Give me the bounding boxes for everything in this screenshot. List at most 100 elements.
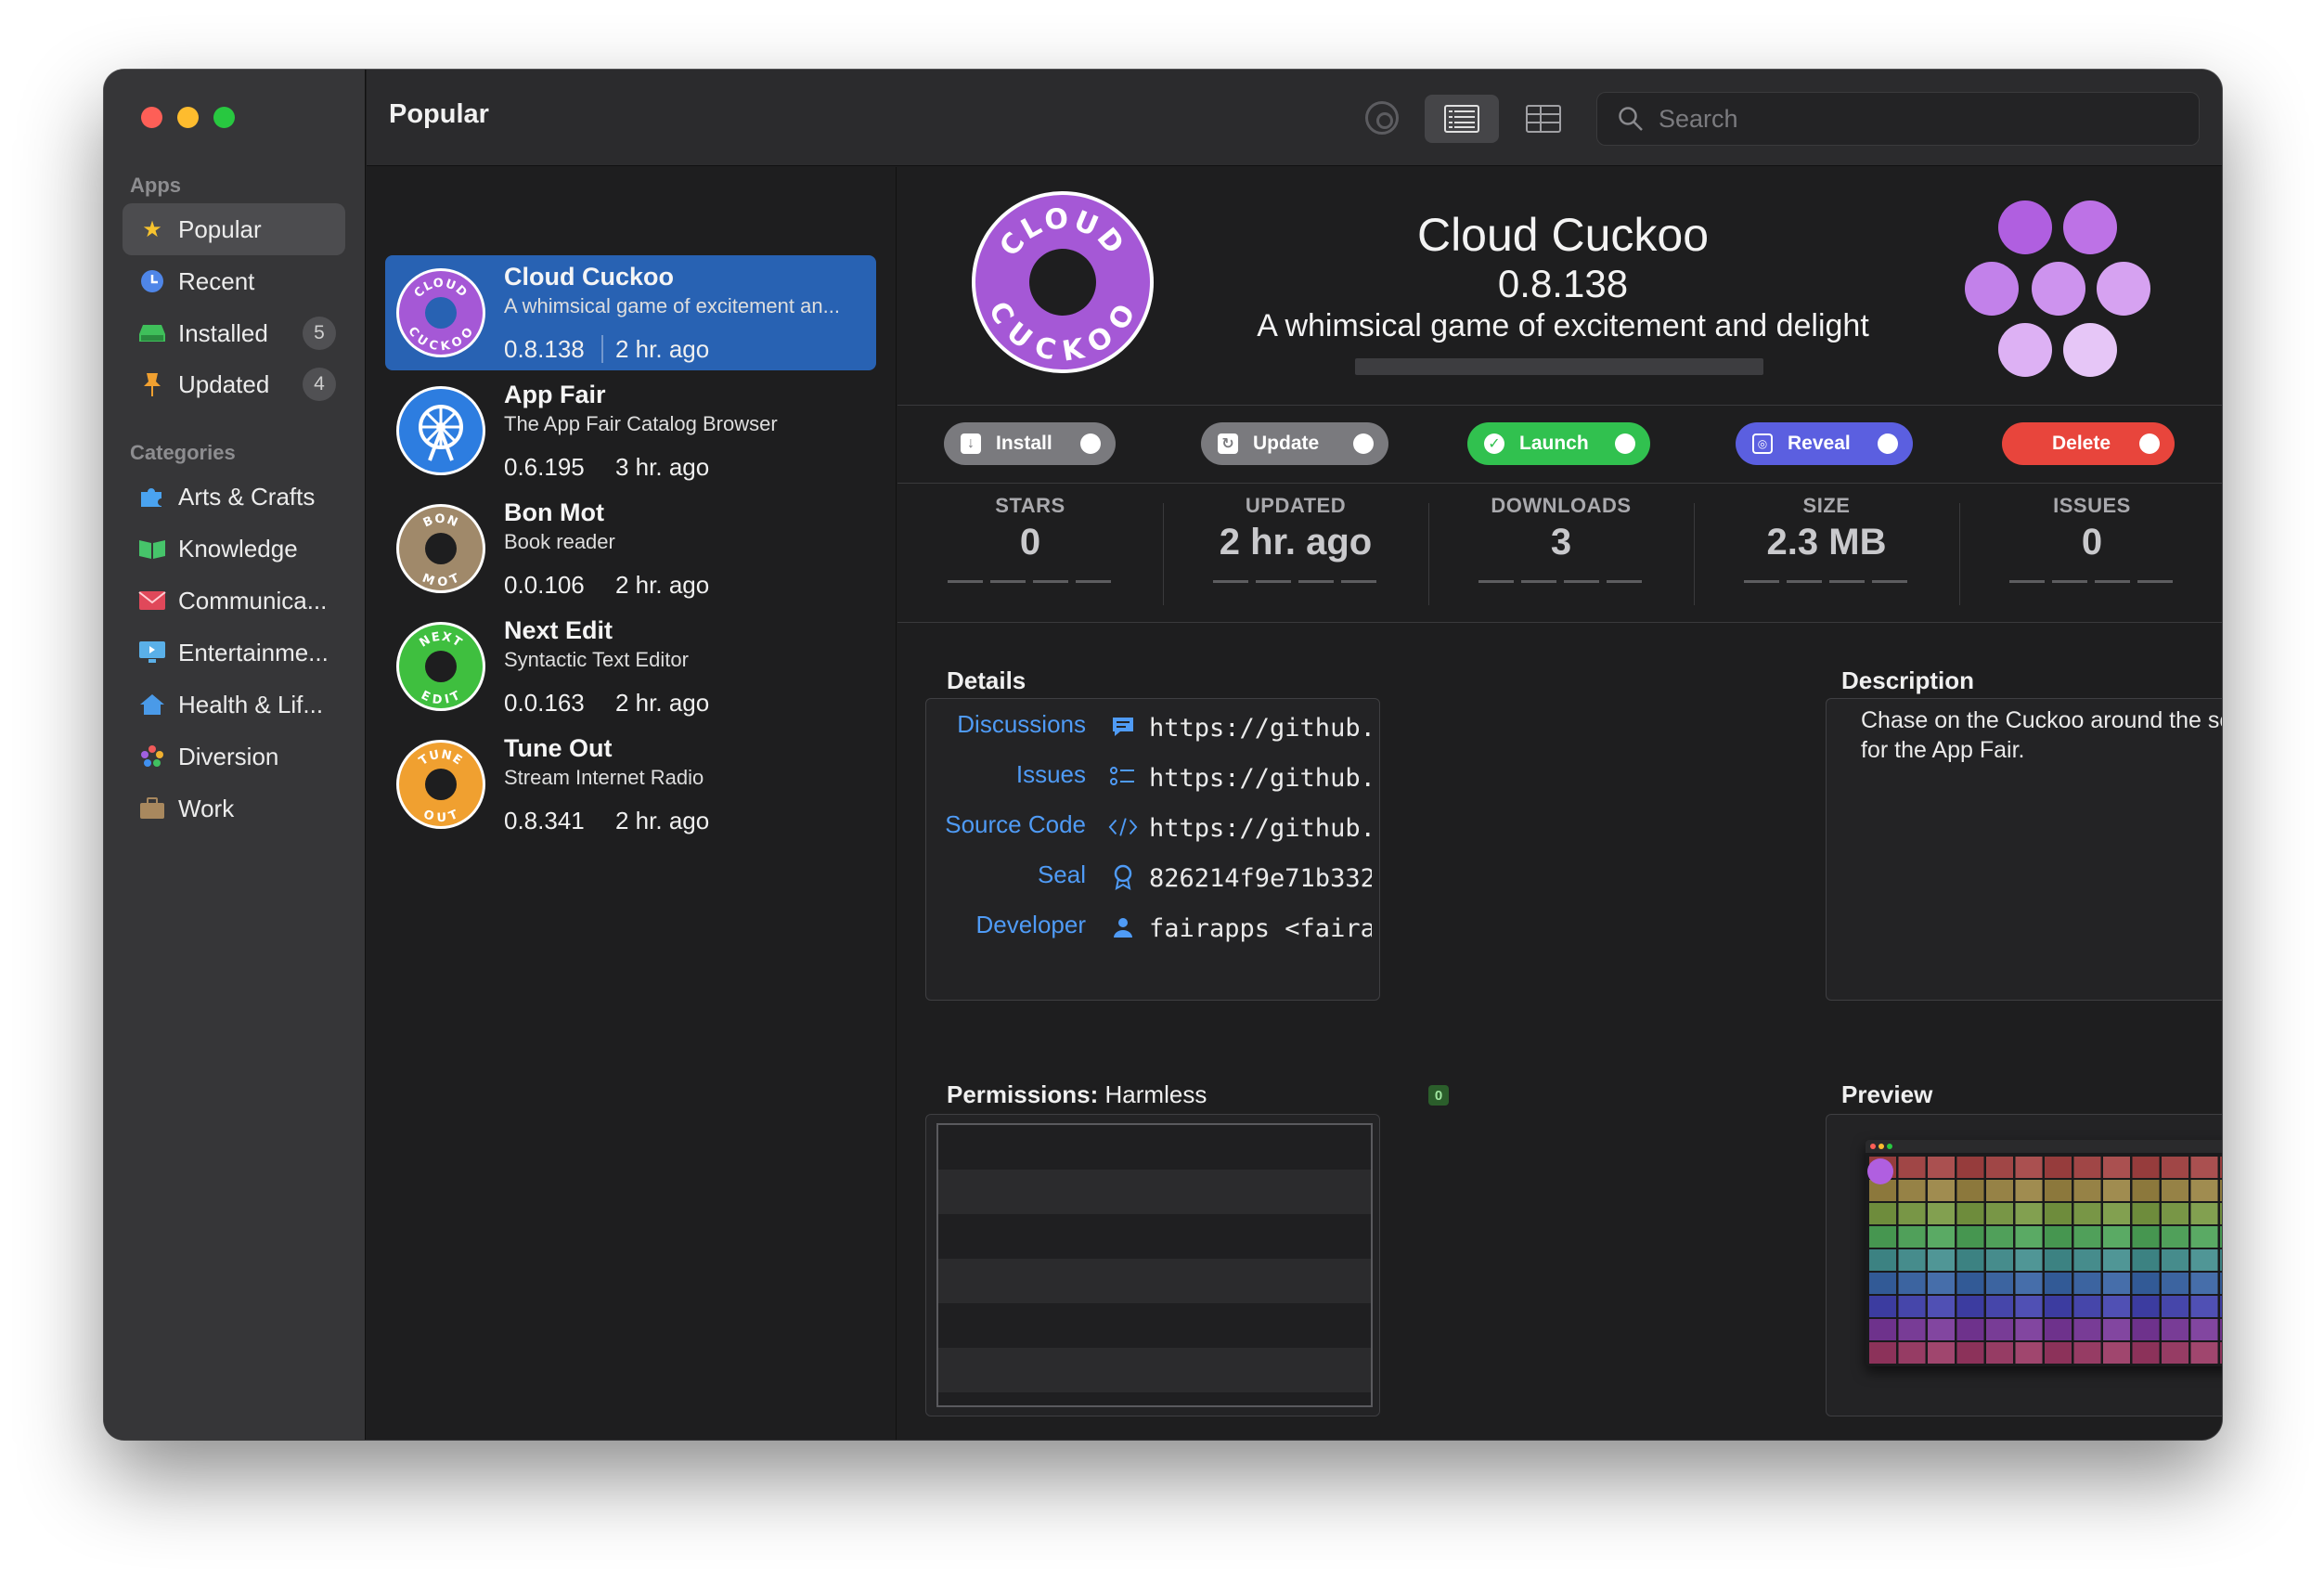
sidebar-item-label: Communica... — [178, 586, 328, 614]
puzzle-icon — [137, 482, 167, 511]
table-view-button[interactable] — [1506, 95, 1581, 143]
seal-ribbon-icon — [1108, 862, 1138, 892]
sidebar-item-label: Work — [178, 794, 235, 822]
app-name: Bon Mot — [504, 498, 604, 526]
app-name: Next Edit — [504, 616, 613, 644]
preview-screenshot-1[interactable] — [1866, 1140, 2222, 1366]
cloud-cuckoo-app-icon: CLOUD CUCKOO — [396, 268, 485, 357]
detail-row-source-code: Source Code https://github. — [926, 808, 1372, 846]
source-code-link[interactable]: Source Code — [945, 810, 1086, 839]
detail-row-seal: Seal 826214f9e71b332 — [926, 859, 1372, 896]
stat-downloads: DOWNLOADS 3 — [1428, 494, 1694, 583]
table-row — [938, 1125, 1371, 1170]
close-window-button[interactable] — [141, 107, 162, 128]
developer-link[interactable]: Developer — [975, 911, 1086, 939]
discussions-link[interactable]: Discussions — [957, 710, 1086, 739]
source-code-url: https://github. — [1149, 814, 1372, 843]
sidebar-item-health[interactable]: Health & Lif... — [123, 679, 345, 731]
update-icon: ↻ — [1218, 433, 1238, 454]
toolbar-title: Popular — [389, 99, 489, 129]
search-field[interactable] — [1596, 92, 2200, 146]
reveal-button[interactable]: ◎ Reveal — [1736, 422, 1913, 465]
sidebar-item-entertainment[interactable]: Entertainme... — [123, 627, 345, 679]
divider — [897, 622, 2222, 623]
sidebar-item-label: Diversion — [178, 742, 279, 770]
launch-button[interactable]: ✓ Launch — [1467, 422, 1650, 465]
stat-size: SIZE 2.3 MB — [1694, 494, 1959, 583]
list-view-icon — [1444, 105, 1479, 133]
table-row — [938, 1259, 1371, 1303]
update-button[interactable]: ↻ Update — [1201, 422, 1388, 465]
app-fair-app-icon — [396, 386, 485, 475]
refresh-icon[interactable] — [1365, 101, 1399, 135]
app-updated-date: 2 hr. ago — [615, 689, 710, 717]
launch-icon: ✓ — [1484, 433, 1504, 454]
app-row-bon-mot[interactable]: BON MOT Bon Mot Book reader 0.0.106 2 hr… — [385, 491, 876, 606]
permissions-table — [936, 1123, 1373, 1407]
briefcase-icon — [137, 794, 167, 823]
app-row-next-edit[interactable]: NEXT EDIT Next Edit Syntactic Text Edito… — [385, 609, 876, 724]
description-text: Chase on the Cuckoo around the screen!Th… — [1861, 707, 2222, 763]
seal-link[interactable]: Seal — [1038, 860, 1086, 889]
issues-link[interactable]: Issues — [1016, 760, 1086, 789]
sidebar-item-label: Recent — [178, 266, 255, 295]
tune-out-app-icon: TUNE OUT — [396, 740, 485, 829]
details-heading: Details — [947, 666, 1026, 694]
app-updated-date: 2 hr. ago — [615, 335, 710, 363]
star-icon: ★ — [142, 216, 162, 242]
sidebar-section-categories: Categories — [130, 441, 236, 464]
divider — [601, 335, 603, 363]
reveal-toggle[interactable] — [1878, 433, 1898, 454]
installed-count-badge: 5 — [303, 317, 336, 350]
sidebar-item-label: Health & Lif... — [178, 690, 324, 718]
app-version: 0.6.195 — [504, 453, 585, 481]
app-version: 0.0.106 — [504, 571, 585, 599]
sidebar-item-popular[interactable]: ★ Popular — [123, 203, 345, 255]
app-updated-date: 2 hr. ago — [615, 807, 710, 834]
sidebar-item-label: Installed — [178, 318, 268, 347]
zoom-window-button[interactable] — [213, 107, 235, 128]
app-row-app-fair[interactable]: App Fair The App Fair Catalog Browser 0.… — [385, 373, 876, 488]
search-input[interactable] — [1659, 104, 2178, 134]
detail-pane: CLOUD CUCKOO Cloud Cuckoo 0.8.138 A whim… — [897, 167, 2222, 1440]
sidebar-item-updated[interactable]: Updated 4 — [123, 358, 345, 410]
permissions-heading: Permissions: Harmless — [947, 1080, 1207, 1108]
toolbar: Popular — [367, 70, 2222, 166]
minimize-window-button[interactable] — [177, 107, 199, 128]
reveal-icon: ◎ — [1752, 433, 1773, 454]
update-toggle[interactable] — [1353, 433, 1374, 454]
sidebar-item-communication[interactable]: Communica... — [123, 575, 345, 627]
next-edit-app-icon: NEXT EDIT — [396, 622, 485, 711]
search-icon — [1619, 107, 1643, 131]
sidebar-item-knowledge[interactable]: Knowledge — [123, 523, 345, 575]
sidebar-item-diversion[interactable]: Diversion — [123, 731, 345, 783]
delete-button[interactable]: Delete — [2002, 422, 2175, 465]
install-button[interactable]: ↓ Install — [944, 422, 1116, 465]
table-row — [938, 1348, 1371, 1392]
sidebar-item-recent[interactable]: Recent — [123, 255, 345, 307]
envelope-icon — [137, 586, 167, 615]
app-subtitle: Book reader — [504, 530, 615, 553]
list-view-button[interactable] — [1425, 95, 1499, 143]
table-row — [938, 1170, 1371, 1214]
sidebar-item-work[interactable]: Work — [123, 783, 345, 834]
sidebar-item-installed[interactable]: Installed 5 — [123, 307, 345, 359]
details-panel: Discussions https://github. Issues https… — [925, 698, 1380, 1001]
updated-count-badge: 4 — [303, 368, 336, 401]
app-version-large: 0.8.138 — [1497, 262, 1629, 305]
speech-bubble-icon — [1108, 712, 1138, 742]
sidebar-item-arts-crafts[interactable]: Arts & Crafts — [123, 471, 345, 523]
app-version: 0.0.163 — [504, 689, 585, 717]
app-row-cloud-cuckoo[interactable]: CLOUD CUCKOO Cloud Cuckoo A whimsical ga… — [385, 255, 876, 370]
stat-updated: UPDATED 2 hr. ago — [1163, 494, 1428, 583]
app-version: 0.8.341 — [504, 807, 585, 834]
app-row-tune-out[interactable]: TUNE OUT Tune Out Stream Internet Radio … — [385, 727, 876, 842]
launch-toggle[interactable] — [1615, 433, 1635, 454]
app-name: App Fair — [504, 381, 606, 408]
install-toggle[interactable] — [1080, 433, 1101, 454]
checklist-icon — [1108, 762, 1138, 792]
app-list: CLOUD CUCKOO Cloud Cuckoo A whimsical ga… — [367, 167, 897, 1440]
app-subtitle: The App Fair Catalog Browser — [504, 412, 778, 435]
delete-toggle[interactable] — [2139, 433, 2160, 454]
detail-row-developer: Developer fairapps <faira — [926, 909, 1372, 946]
